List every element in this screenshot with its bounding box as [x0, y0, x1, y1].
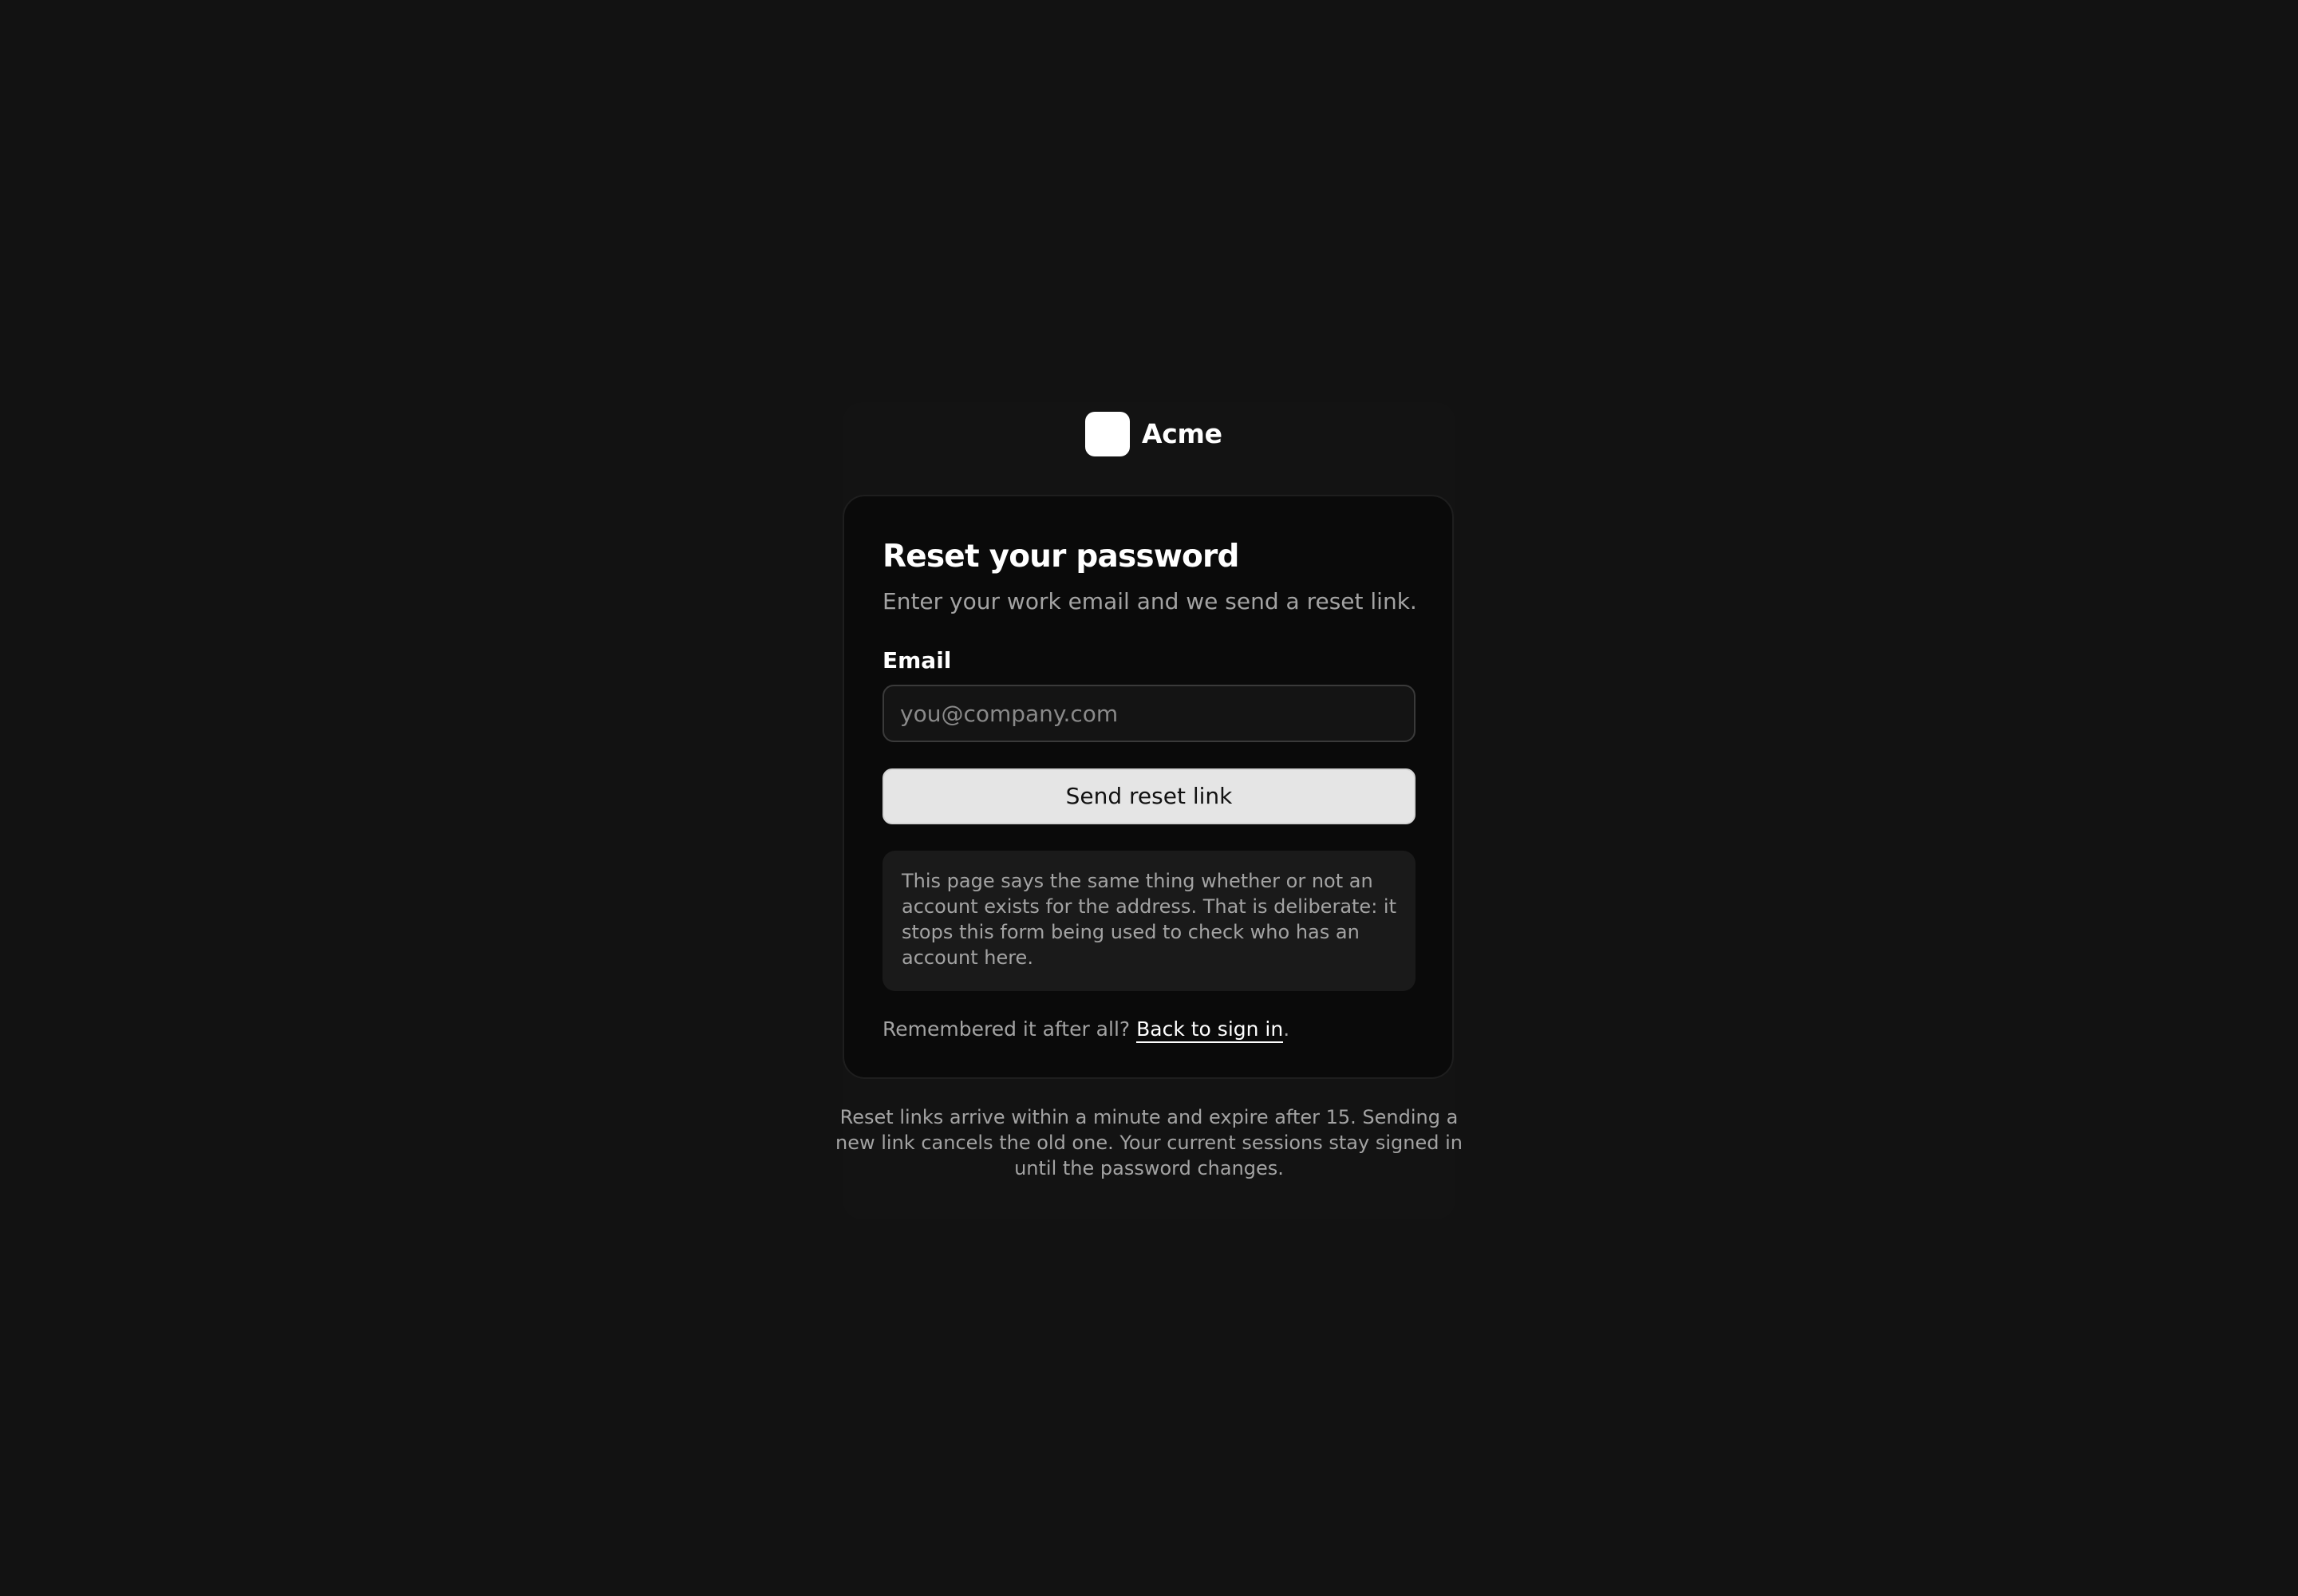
back-suffix: .: [1283, 1017, 1290, 1041]
brand-name: Acme: [1142, 418, 1222, 449]
page-subtitle: Enter your work email and we send a rese…: [882, 588, 1417, 614]
footer-note: Reset links arrive within a minute and e…: [835, 1106, 1463, 1179]
email-input[interactable]: [882, 685, 1416, 742]
back-to-sign-in-line: Remembered it after all? Back to sign in…: [882, 1013, 1289, 1045]
page-title: Reset your password: [882, 539, 1239, 575]
back-to-sign-in-link[interactable]: Back to sign in: [1136, 1017, 1284, 1043]
back-prompt: Remembered it after all?: [882, 1017, 1137, 1041]
privacy-notice-text: This page says the same thing whether or…: [902, 870, 1396, 969]
privacy-notice: This page says the same thing whether or…: [882, 851, 1416, 991]
acme-logo-icon: [1085, 412, 1130, 456]
email-label: Email: [882, 647, 952, 674]
send-reset-link-button[interactable]: Send reset link: [882, 768, 1416, 824]
